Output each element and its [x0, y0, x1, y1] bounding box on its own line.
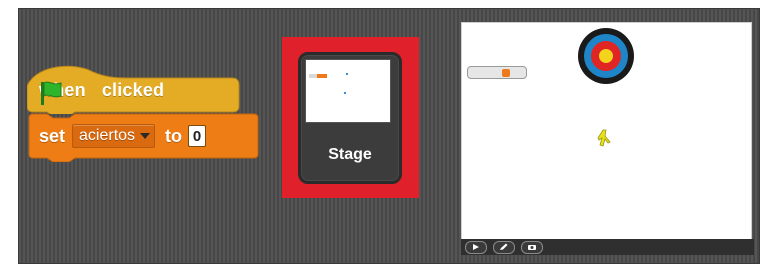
pencil-icon[interactable]: [493, 240, 515, 254]
thumbnail-monitor: [309, 74, 327, 78]
to-label: to: [165, 125, 183, 146]
camera-icon[interactable]: [521, 240, 543, 254]
set-label: set: [39, 125, 66, 146]
when-flag-clicked-block[interactable]: when clicked: [27, 58, 241, 114]
variable-dropdown[interactable]: aciertos: [72, 124, 156, 148]
presentation-mode-icon[interactable]: [465, 240, 487, 254]
variable-monitor[interactable]: [467, 66, 527, 79]
stage-tile-label: Stage: [328, 146, 372, 163]
thumbnail-sprite: [344, 92, 346, 94]
monitor-value: [502, 68, 510, 77]
stage-thumbnail: [305, 59, 391, 123]
arrow-sprite[interactable]: [597, 128, 613, 153]
value-input[interactable]: 0: [188, 125, 207, 147]
set-variable-block[interactable]: set aciertos to 0: [27, 112, 260, 162]
target-sprite[interactable]: [577, 27, 635, 90]
dropdown-arrow-icon: [140, 133, 151, 139]
stage-toolbar: [461, 239, 754, 255]
thumbnail-target: [346, 73, 348, 75]
variable-name: aciertos: [79, 127, 136, 144]
clicked-label: clicked: [101, 80, 165, 100]
